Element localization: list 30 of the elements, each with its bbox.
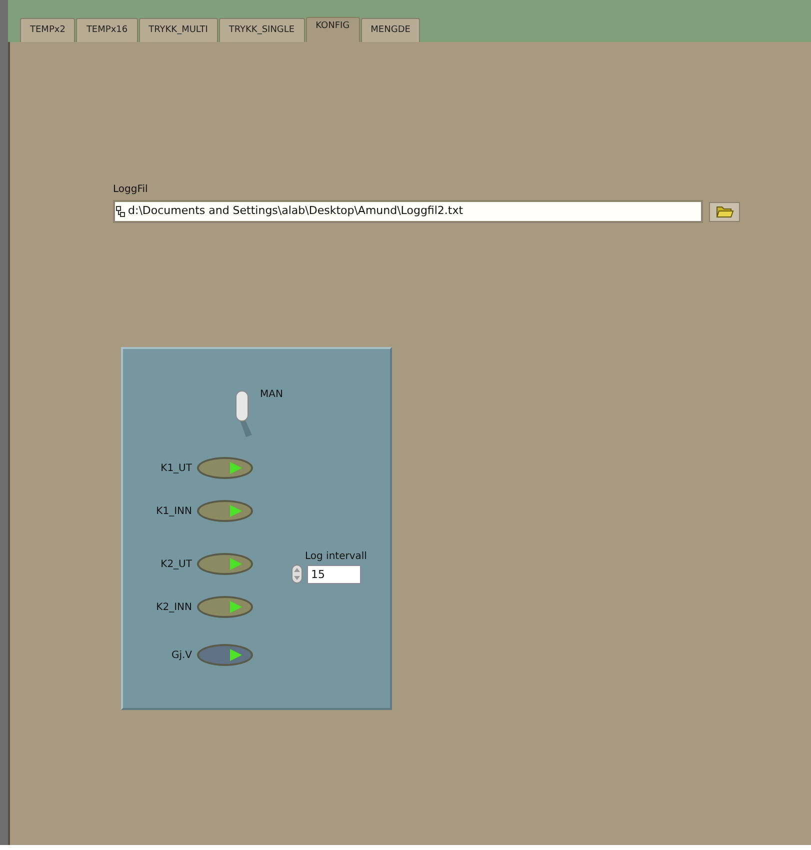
number-field[interactable]: 15: [307, 564, 361, 584]
path-icon: [116, 206, 125, 217]
tab[interactable]: TRYKK_SINGLE: [218, 18, 305, 42]
field-label: LoggFil: [113, 183, 149, 197]
switch-label: K2_UT: [160, 558, 192, 572]
triangle-icon: [229, 557, 243, 571]
triangle-icon: [229, 600, 243, 614]
toggle-button[interactable]: [197, 457, 253, 479]
toggle-button[interactable]: [197, 500, 253, 522]
tab[interactable]: KONFIG: [306, 16, 360, 42]
toggle-label: MAN: [260, 388, 283, 402]
path-field[interactable]: d:\Documents and Settings\alab\Desktop\Amund\Loggfil2.txt: [113, 200, 703, 223]
folder-icon: [716, 206, 734, 218]
toggle-button[interactable]: [197, 596, 253, 618]
triangle-icon: [229, 504, 243, 518]
toggle-button[interactable]: [197, 644, 253, 666]
field-label: Log intervall: [305, 550, 367, 564]
switch-label: K2_INN: [156, 600, 192, 614]
browse-button[interactable]: [709, 202, 740, 222]
switch-label: K1_INN: [156, 504, 192, 518]
tab[interactable]: TEMPx16: [76, 18, 138, 42]
triangle-icon: [229, 648, 243, 662]
tab[interactable]: MENGDE: [360, 18, 420, 42]
tab[interactable]: TEMPx2: [20, 18, 76, 42]
switch-label: K1_UT: [160, 462, 192, 476]
switch-label: Gj.V: [171, 648, 192, 662]
triangle-icon: [229, 461, 243, 475]
toggle-button[interactable]: [197, 553, 253, 575]
tab[interactable]: TRYKK_MULTI: [138, 18, 218, 42]
spinner-control[interactable]: [291, 564, 303, 584]
